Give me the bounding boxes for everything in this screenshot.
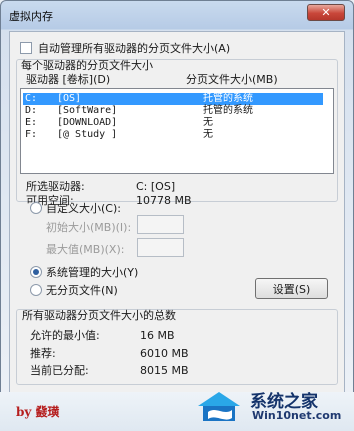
recommended-value: 6010 MB (140, 347, 189, 360)
auto-manage-checkbox[interactable] (20, 42, 32, 54)
window-title: 虚拟内存 (9, 10, 53, 23)
min-allowed-value: 16 MB (140, 329, 175, 342)
drive-paging-size: 托管的系统 (203, 105, 253, 116)
drive-row-c[interactable]: C: [OS] 托管的系统 (23, 93, 323, 105)
drive-paging-size: 无 (203, 129, 213, 140)
initial-size-input[interactable] (137, 215, 184, 234)
no-paging-radio[interactable] (30, 284, 42, 296)
drive-volume-label: [DOWNLOAD] (57, 117, 118, 128)
free-space-value: 10778 MB (136, 194, 192, 207)
set-button[interactable]: 设置(S) (255, 278, 328, 299)
system-managed-radio[interactable] (30, 266, 42, 278)
column-drive-header: 驱动器 [卷标](D) (26, 73, 111, 86)
drive-volume-label: [SoftWare] (57, 105, 118, 116)
drive-letter: E: (25, 117, 38, 128)
house-logo-icon (198, 392, 240, 421)
drive-letter: C: (25, 93, 38, 104)
custom-size-radio[interactable] (30, 202, 42, 214)
system-managed-label[interactable]: 系统管理的大小(Y) (46, 266, 138, 279)
drive-volume-label: [OS] (57, 93, 82, 104)
selected-drive-value: C: [OS] (136, 180, 176, 193)
allocated-label: 当前已分配: (30, 364, 89, 377)
max-size-label: 最大值(MB)(X): (46, 243, 125, 256)
author-signature: by 鼗璜 (16, 405, 60, 419)
drive-listbox[interactable]: C: [OS] 托管的系统 D: [SoftWare] 托管的系统 E: [DO… (20, 88, 334, 174)
auto-manage-label[interactable]: 自动管理所有驱动器的分页文件大小(A) (38, 42, 230, 55)
watermark-site: Win10net.com (252, 409, 342, 422)
column-size-header: 分页文件大小(MB) (186, 73, 278, 86)
drive-row-e[interactable]: E: [DOWNLOAD] 无 (23, 117, 323, 129)
drive-paging-size: 无 (203, 117, 213, 128)
custom-size-label[interactable]: 自定义大小(C): (46, 202, 121, 215)
allocated-value: 8015 MB (140, 364, 189, 377)
initial-size-label: 初始大小(MB)(I): (46, 221, 132, 234)
recommended-label: 推荐: (30, 347, 56, 360)
close-icon: ✕ (321, 6, 331, 19)
drive-letter: F: (25, 129, 38, 140)
selected-drive-label: 所选驱动器: (26, 180, 85, 193)
totals-heading: 所有驱动器分页文件大小的总数 (22, 309, 176, 322)
close-button[interactable]: ✕ (307, 4, 345, 21)
drive-paging-size: 托管的系统 (203, 93, 253, 104)
drive-row-d[interactable]: D: [SoftWare] 托管的系统 (23, 105, 323, 117)
title-bar[interactable]: 虚拟内存 ✕ (1, 1, 353, 29)
drive-volume-label: [@ Study ] (57, 129, 118, 140)
max-size-input[interactable] (137, 238, 184, 257)
drive-row-f[interactable]: F: [@ Study ] 无 (23, 129, 323, 141)
no-paging-label[interactable]: 无分页文件(N) (46, 284, 118, 297)
per-drive-heading: 每个驱动器的分页文件大小 (21, 59, 153, 72)
drive-letter: D: (25, 105, 38, 116)
min-allowed-label: 允许的最小值: (30, 329, 100, 342)
